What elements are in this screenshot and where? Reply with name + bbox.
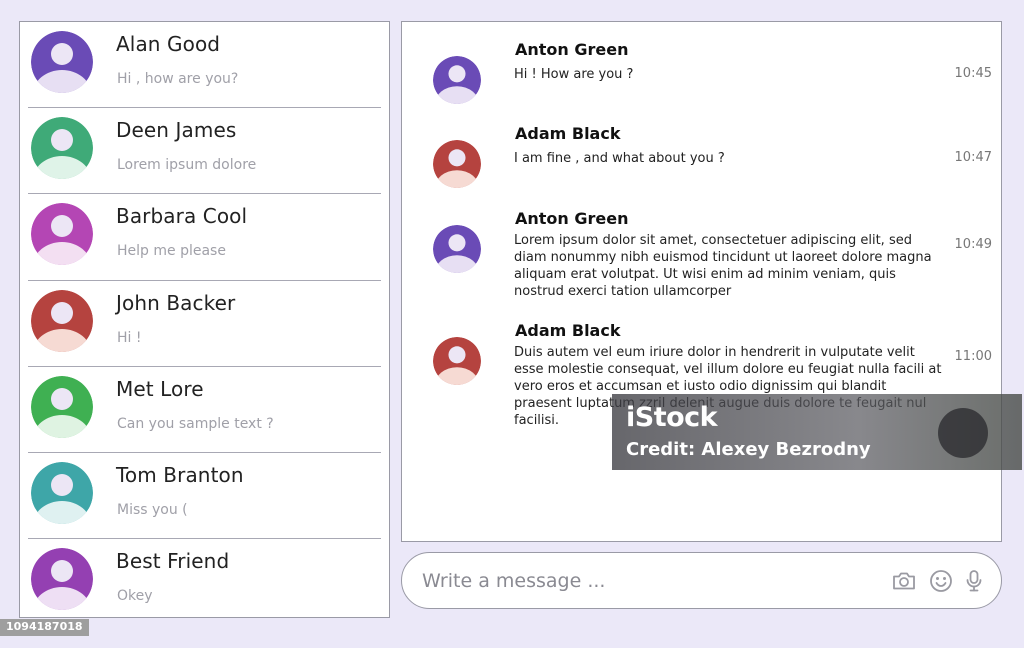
avatar xyxy=(31,375,93,438)
avatar xyxy=(31,31,93,93)
contact-item[interactable]: Alan Good Hi , how are you? xyxy=(28,22,381,109)
message-time: 10:45 xyxy=(954,66,992,81)
person-icon xyxy=(433,56,481,104)
contact-preview: Help me please xyxy=(117,243,226,260)
person-icon xyxy=(31,548,93,611)
avatar xyxy=(433,225,481,273)
contact-name: Deen James xyxy=(116,118,237,143)
watermark-logo: iStock xyxy=(626,402,718,433)
contact-preview: Miss you ( xyxy=(117,501,188,518)
message-text: Hi ! How are you ? xyxy=(514,67,634,82)
message-sender: Adam Black xyxy=(515,321,621,340)
message-time: 11:00 xyxy=(954,349,992,364)
image-id-label: 1094187018 xyxy=(0,619,89,636)
message-sender: Anton Green xyxy=(515,209,629,228)
message-sender: Anton Green xyxy=(515,40,629,59)
emoji-icon[interactable] xyxy=(928,568,954,594)
camera-icon[interactable] xyxy=(891,568,917,594)
contact-item[interactable]: Met Lore Can you sample text ? xyxy=(28,367,381,453)
contact-name: John Backer xyxy=(116,290,236,315)
contact-preview: Can you sample text ? xyxy=(117,415,274,432)
person-icon xyxy=(433,140,481,188)
avatar xyxy=(31,203,93,266)
message-text: I am fine , and what about you ? xyxy=(514,151,725,166)
person-icon xyxy=(433,337,481,385)
watermark: iStock Credit: Alexey Bezrodny xyxy=(612,394,1022,470)
person-icon xyxy=(31,461,93,524)
person-icon xyxy=(31,117,93,180)
message-time: 10:47 xyxy=(954,150,992,165)
avatar xyxy=(31,461,93,524)
contact-name: Barbara Cool xyxy=(116,204,248,229)
person-icon xyxy=(31,375,93,438)
person-icon xyxy=(433,225,481,273)
contact-item[interactable]: Barbara Cool Help me please xyxy=(28,194,381,281)
avatar xyxy=(433,140,481,188)
contact-preview: Hi , how are you? xyxy=(117,71,239,87)
contact-preview: Okey xyxy=(117,588,153,605)
person-icon xyxy=(31,31,93,93)
watermark-circle xyxy=(938,408,988,458)
contact-item[interactable]: John Backer Hi ! xyxy=(28,281,381,367)
contact-name: Tom Branton xyxy=(116,462,244,487)
contact-item[interactable]: Best Friend Okey xyxy=(28,539,381,625)
message-sender: Adam Black xyxy=(515,124,621,143)
person-icon xyxy=(31,203,93,266)
microphone-icon[interactable] xyxy=(961,568,987,594)
watermark-credit: Credit: Alexey Bezrodny xyxy=(626,439,871,460)
contact-item[interactable]: Deen James Lorem ipsum dolore xyxy=(28,108,381,195)
avatar xyxy=(31,548,93,611)
contact-item[interactable]: Tom Branton Miss you ( xyxy=(28,453,381,540)
contact-name: Met Lore xyxy=(116,376,204,401)
avatar xyxy=(433,56,481,104)
message-input[interactable] xyxy=(422,565,877,597)
message-time: 10:49 xyxy=(954,237,992,252)
message-text: Lorem ipsum dolor sit amet, consectetuer… xyxy=(514,233,932,299)
contact-preview: Lorem ipsum dolore xyxy=(117,157,257,174)
contact-name: Best Friend xyxy=(116,549,230,574)
contacts-panel: Alan Good Hi , how are you? Deen James L… xyxy=(19,21,390,618)
avatar xyxy=(31,117,93,180)
avatar xyxy=(31,289,93,352)
contact-name: Alan Good xyxy=(116,32,221,56)
person-icon xyxy=(31,289,93,352)
contact-preview: Hi ! xyxy=(117,329,142,346)
message-composer xyxy=(401,552,1002,609)
avatar xyxy=(433,337,481,385)
